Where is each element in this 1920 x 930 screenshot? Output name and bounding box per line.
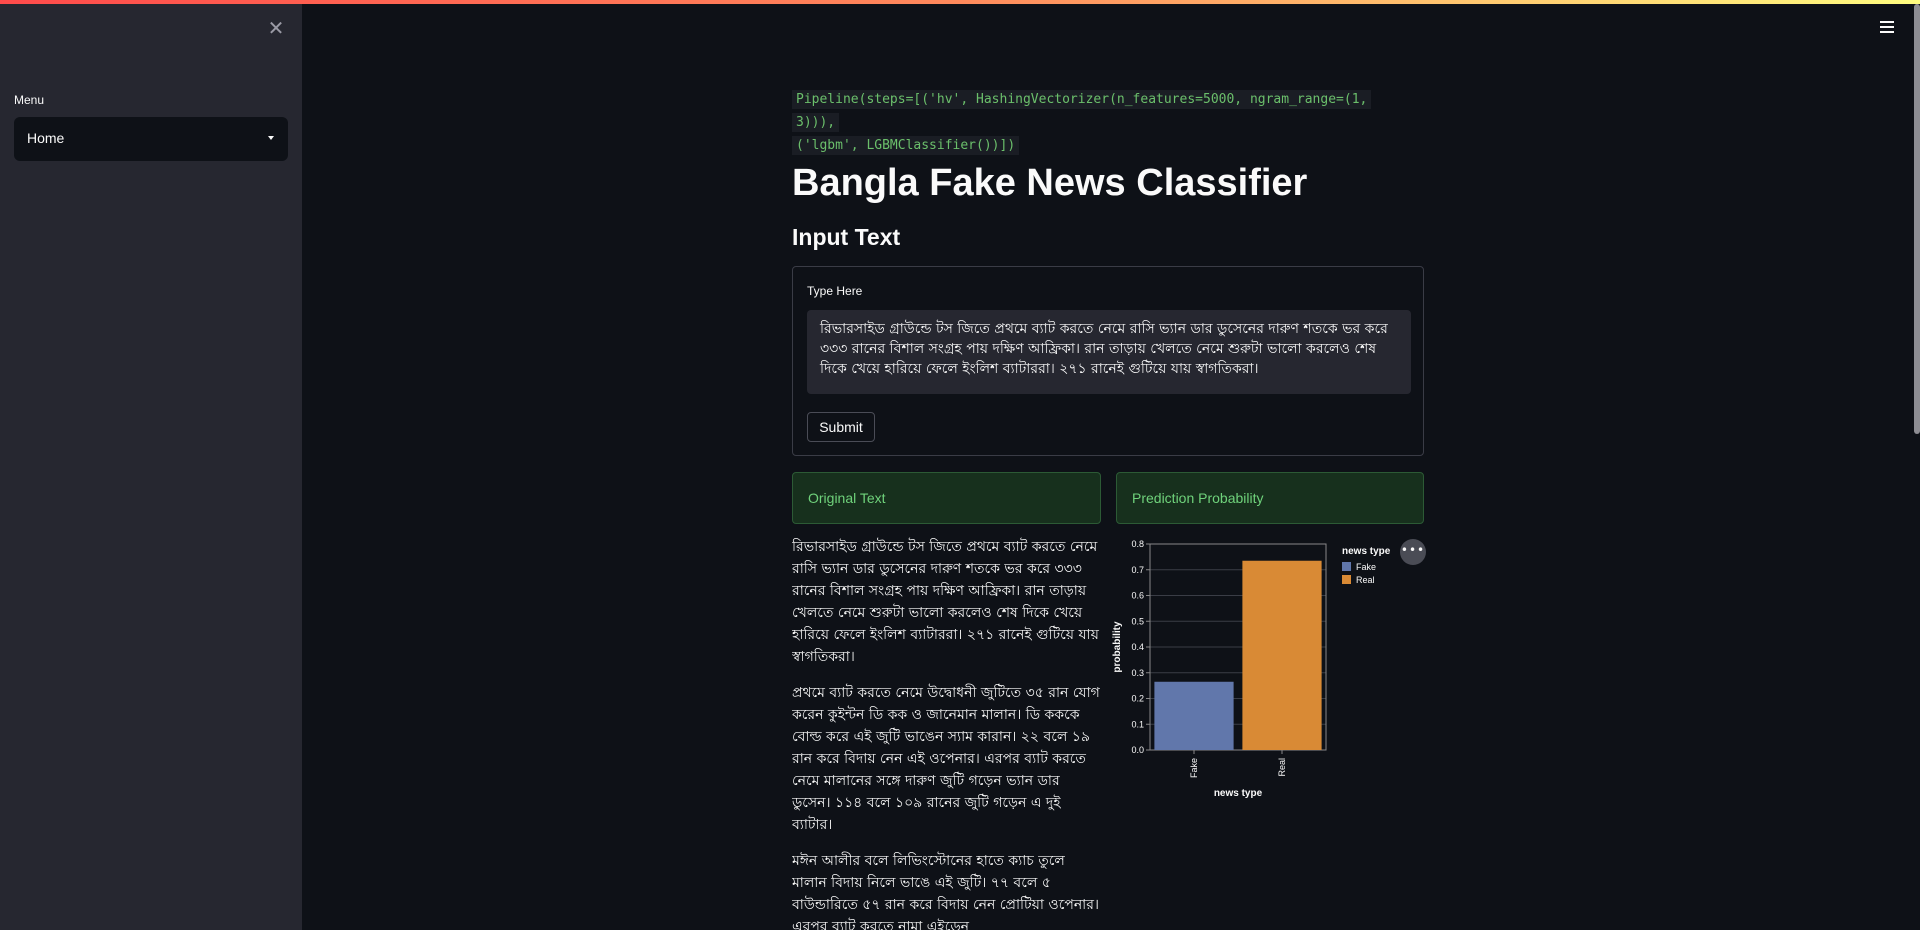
original-text: রিভারসাইড গ্রাউন্ডে টস জিতে প্রথমে ব্যাট…	[792, 536, 1102, 930]
textarea-label: Type Here	[807, 284, 863, 298]
y-tick-label: 0.1	[1131, 719, 1144, 729]
input-form: Type Here রিভারসাইড গ্রাউন্ডে টস জিতে প্…	[792, 266, 1424, 456]
chart-svg: 0.0 0.1 0.2 0.3 0.4 0.5 0.6 0.7 0.8 Fake Real news …	[1112, 539, 1391, 799]
menu-select[interactable]: Home	[14, 117, 288, 161]
legend-label: Real	[1356, 575, 1375, 585]
y-tick-label: 0.7	[1131, 565, 1144, 575]
bar-real	[1242, 560, 1322, 750]
y-axis-title: probability	[1112, 621, 1123, 673]
submit-button[interactable]: Submit	[807, 412, 875, 442]
more-options-icon[interactable]: •••	[1400, 539, 1426, 565]
menu-select-value: Home	[27, 130, 65, 146]
menu-label: Menu	[14, 93, 45, 107]
y-tick-label: 0.2	[1131, 694, 1144, 704]
section-title: Input Text	[792, 224, 901, 250]
page-title: Bangla Fake News Classifier	[792, 162, 1308, 204]
legend-swatch-fake	[1342, 562, 1351, 571]
hamburger-icon[interactable]	[1879, 21, 1895, 35]
original-paragraph: প্রথমে ব্যাট করতে নেমে উদ্বোধনী জুটিতে ৩…	[792, 685, 1100, 833]
y-tick-label: 0.0	[1131, 745, 1144, 755]
y-tick-label: 0.8	[1131, 539, 1144, 549]
chevron-down-icon	[268, 136, 274, 140]
y-tick-label: 0.5	[1131, 616, 1144, 626]
input-textarea[interactable]: রিভারসাইড গ্রাউন্ডে টস জিতে প্রথমে ব্যাট…	[807, 310, 1411, 394]
x-tick-label: Real	[1277, 758, 1287, 777]
pipeline-code: Pipeline(steps=[('hv', HashingVectorizer…	[792, 88, 1392, 157]
scrollbar[interactable]	[1914, 4, 1920, 434]
original-paragraph: মঈন আলীর বলে লিভিংস্টোনের হাতে ক্যাচ তুল…	[792, 853, 1099, 930]
y-tick-label: 0.3	[1131, 668, 1144, 678]
pipeline-code-line: Pipeline(steps=[('hv', HashingVectorizer…	[792, 90, 1372, 132]
legend-title: news type	[1342, 546, 1391, 557]
y-tick-label: 0.6	[1131, 591, 1144, 601]
legend-swatch-real	[1342, 575, 1351, 584]
x-axis-title: news type	[1214, 788, 1263, 799]
prediction-probability-header: Prediction Probability	[1116, 472, 1424, 524]
original-paragraph: রিভারসাইড গ্রাউন্ডে টস জিতে প্রথমে ব্যাট…	[792, 539, 1099, 665]
original-text-header: Original Text	[792, 472, 1101, 524]
pipeline-code-line: ('lgbm', LGBMClassifier())])	[792, 136, 1020, 155]
bar-fake	[1154, 681, 1234, 750]
legend-label: Fake	[1356, 562, 1376, 572]
probability-chart: 0.0 0.1 0.2 0.3 0.4 0.5 0.6 0.7 0.8 Fake Real news …	[1110, 532, 1430, 802]
y-tick-label: 0.4	[1131, 642, 1144, 652]
close-sidebar-icon[interactable]: ✕	[266, 18, 286, 38]
sidebar: ✕ Menu Home	[0, 4, 302, 930]
x-tick-label: Fake	[1189, 758, 1199, 778]
